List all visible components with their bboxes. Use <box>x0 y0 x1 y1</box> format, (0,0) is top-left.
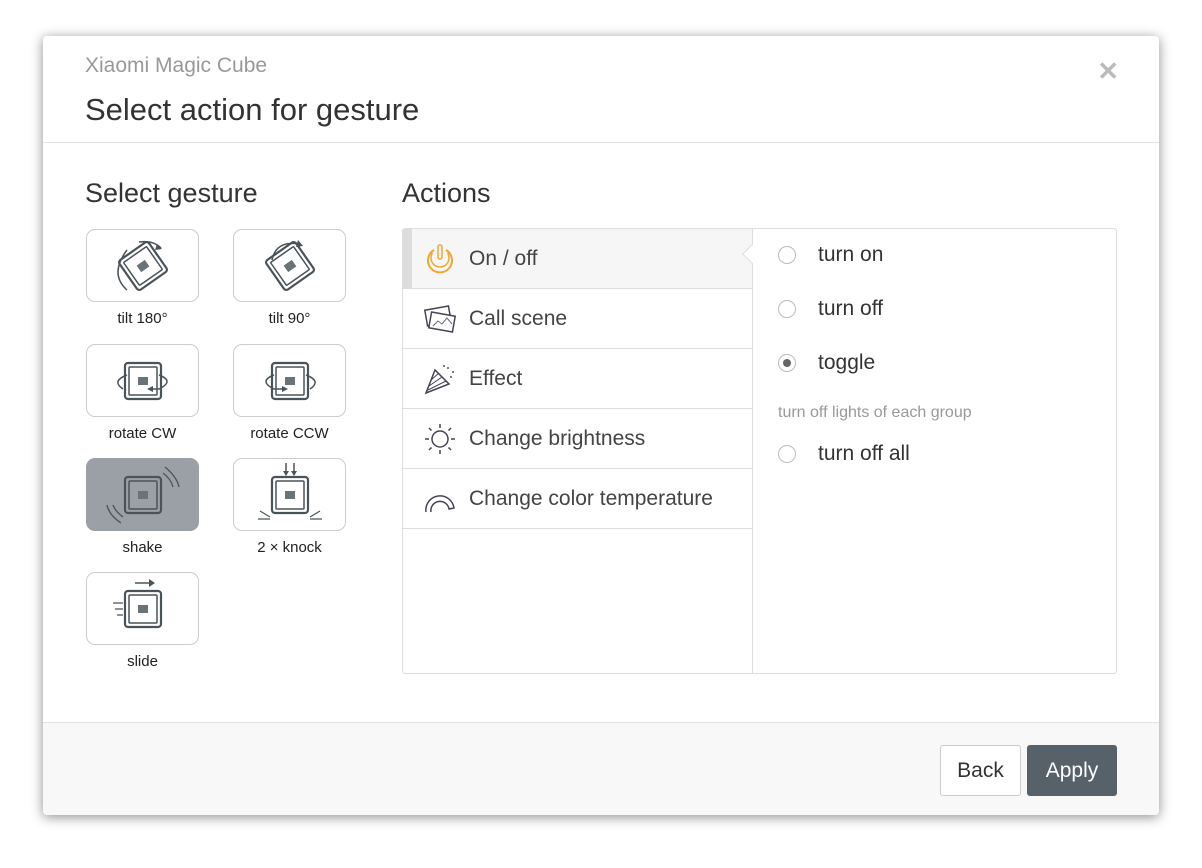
option-label: turn off all <box>818 442 910 465</box>
gesture-label: rotate CCW <box>250 425 329 442</box>
action-label: On / off <box>469 246 538 270</box>
option-label: turn on <box>818 243 884 266</box>
dialog-subtitle: Xiaomi Magic Cube <box>85 54 268 77</box>
apply-button[interactable]: Apply <box>1027 745 1117 796</box>
back-button[interactable]: Back <box>940 745 1021 796</box>
gesture-label: slide <box>127 653 158 670</box>
dialog: Xiaomi Magic Cube Select action for gest… <box>43 36 1159 815</box>
arc-icon <box>425 494 455 512</box>
gesture-tile[interactable] <box>233 458 346 531</box>
gesture-label: tilt 180° <box>117 310 168 327</box>
gesture-tile[interactable] <box>233 344 346 417</box>
shake-icon <box>106 466 180 524</box>
action-change-brightness[interactable]: Change brightness <box>403 409 752 469</box>
actions-heading: Actions <box>402 178 491 208</box>
options-panel: turn on turn off toggle turn off lights … <box>742 228 1117 674</box>
tilt-90-icon <box>265 240 315 291</box>
rotate-ccw-icon <box>265 361 316 401</box>
action-label: Change color temperature <box>469 486 713 510</box>
gesture-label: rotate CW <box>108 425 177 442</box>
gesture-tile[interactable] <box>86 344 199 417</box>
action-label: Effect <box>469 366 523 390</box>
gesture-tile[interactable] <box>86 229 199 302</box>
knock-icon <box>258 463 322 520</box>
power-icon <box>427 243 453 273</box>
close-icon[interactable]: ✕ <box>1097 56 1119 87</box>
dialog-title: Select action for gesture <box>85 92 420 127</box>
gesture-tile[interactable] <box>233 229 346 302</box>
action-list: On / off Call scene Effect Change bright… <box>402 228 753 674</box>
dialog-footer: Back Apply <box>43 722 1159 815</box>
divider <box>43 142 1159 143</box>
option-turn-off[interactable]: turn off <box>778 297 883 321</box>
option-toggle[interactable]: toggle <box>778 351 875 375</box>
option-turn-on[interactable]: turn on <box>778 243 883 267</box>
action-call-scene[interactable]: Call scene <box>403 289 752 349</box>
action-change-color-temperature[interactable]: Change color temperature <box>403 469 752 529</box>
radio[interactable] <box>778 246 796 264</box>
gesture-label: 2 × knock <box>257 539 322 556</box>
action-label: Call scene <box>469 306 568 330</box>
option-label: toggle <box>818 351 876 374</box>
action-label: Change brightness <box>469 426 646 450</box>
radio[interactable] <box>778 300 796 318</box>
gesture-tile[interactable] <box>86 458 199 531</box>
option-label: turn off <box>818 297 883 320</box>
gesture-label: shake <box>122 539 163 556</box>
sun-icon <box>425 423 455 454</box>
option-turn-off-all[interactable]: turn off all <box>778 442 910 466</box>
party-popper-icon <box>424 364 454 394</box>
gesture-label: tilt 90° <box>268 310 311 327</box>
gesture-tile[interactable] <box>86 572 199 645</box>
scene-icon <box>423 304 457 333</box>
slide-icon <box>113 579 163 629</box>
tilt-180-icon <box>117 240 168 291</box>
radio[interactable] <box>778 445 796 463</box>
gesture-heading: Select gesture <box>85 178 258 208</box>
radio-checked[interactable] <box>778 354 796 372</box>
action-on-off[interactable]: On / off <box>403 229 752 289</box>
group-label: turn off lights of each group <box>778 404 972 421</box>
rotate-cw-icon <box>117 361 168 401</box>
action-effect[interactable]: Effect <box>403 349 752 409</box>
